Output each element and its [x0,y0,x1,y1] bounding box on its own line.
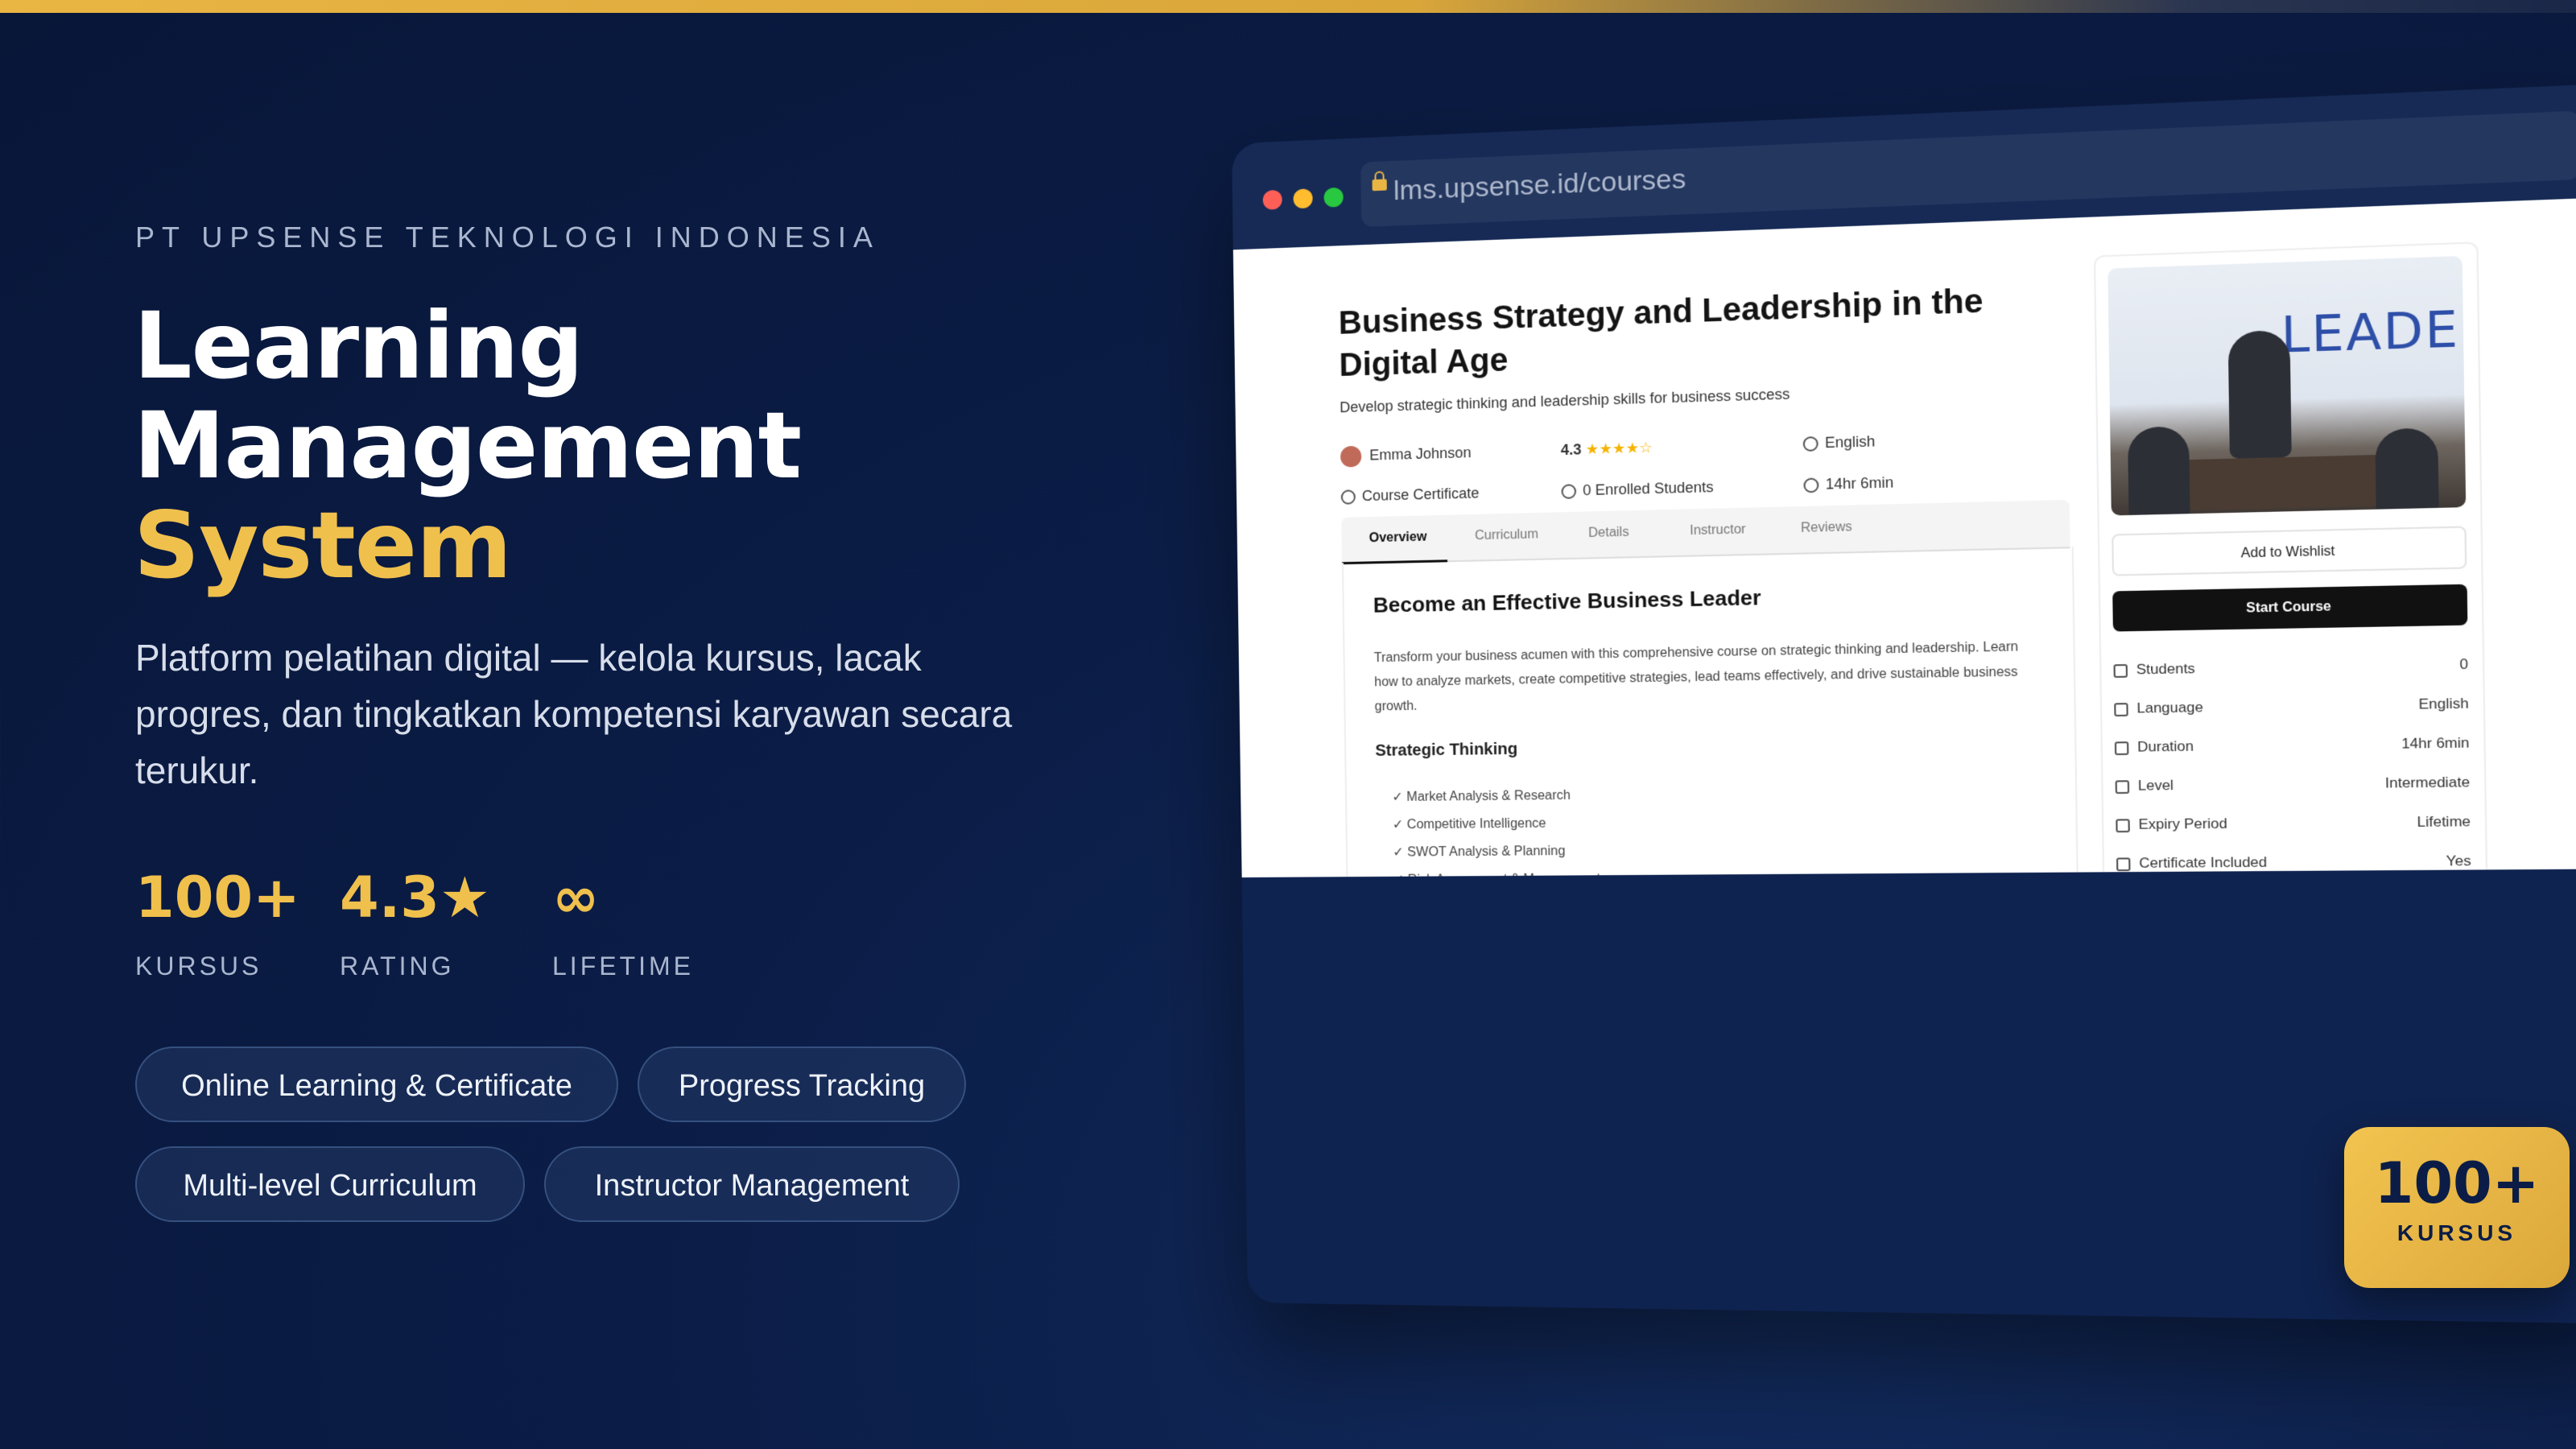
badge-label: KURSUS [2396,1220,2517,1245]
language-value: English [1824,432,1876,452]
overview-panel: Become an Effective Business Leader Tran… [1341,547,2079,878]
certificate-value: Course Certificate [1361,485,1480,505]
tab-reviews[interactable]: Reviews [1801,520,1852,536]
language-meta: English [1802,432,1876,452]
course-title: Business Strategy and Leadership in the … [1338,283,1984,384]
stat-lifetime: ∞ LIFETIME [552,861,694,981]
info-label: Language [2136,699,2203,716]
enrolled-meta: 0 Enrolled Students [1561,478,1714,500]
feature-pill-progress: Progress Tracking [638,1046,966,1122]
stat-value: 100+ [135,865,300,931]
url-text: lms.upsense.id/courses [1393,163,1686,207]
title-line-2: Management [134,392,802,499]
tab-details[interactable]: Details [1588,526,1629,542]
info-row-level: Level Intermediate [2115,774,2471,795]
list-item: ✓ Market Analysis & Research [1392,788,1571,805]
info-row-duration: Duration 14hr 6min [2114,734,2470,756]
translate-icon [2114,702,2128,716]
info-label: Expiry Period [2138,815,2227,832]
overview-heading: Become an Effective Business Leader [1373,584,1761,617]
info-row-language: Language English [2114,696,2469,717]
info-value: 14hr 6min [2401,734,2470,752]
feature-pill-instructor: Instructor Management [544,1146,960,1222]
info-value: Intermediate [2384,774,2471,791]
info-label: Students [2136,660,2195,678]
info-label: Level [2137,777,2174,794]
info-row-certificate: Certificate Included Yes [2116,852,2471,872]
tab-curriculum[interactable]: Curriculum [1475,527,1538,543]
attendee-figure [2375,427,2439,515]
feature-pill-certificate: Online Learning & Certificate [135,1046,618,1122]
company-name: PT UPSENSE TEKNOLOGI INDONESIA [135,221,880,254]
instructor-meta[interactable]: Emma Johnson [1340,443,1472,468]
info-value: English [2418,695,2469,712]
hero-title: Learning Management System [134,292,802,599]
badge-value: 100+ [2374,1150,2540,1216]
list-item: ✓ Competitive Intelligence [1392,816,1546,832]
rating-meta: 4.3 ★★★★☆ [1561,440,1653,460]
stat-rating: 4.3★ RATING [340,861,490,981]
stat-value: ∞ [552,865,600,931]
graduation-cap-icon [1340,489,1356,506]
info-value: Yes [2446,852,2471,869]
info-label: Certificate Included [2139,854,2268,872]
list-item: ✓ SWOT Analysis & Planning [1393,844,1566,860]
presenter-figure [2227,329,2292,459]
avatar [1340,445,1362,468]
stat-label: KURSUS [135,952,262,980]
course-count-badge: 100+ KURSUS [2344,1127,2570,1288]
mail-icon [2116,857,2131,871]
info-value: Lifetime [2417,813,2471,831]
start-course-button[interactable]: Start Course [2112,584,2468,632]
info-label: Duration [2137,737,2194,755]
course-sidebar: LEADER Add to Wishlist Start Course Stud… [2093,242,2488,878]
feature-pill-curriculum: Multi-level Curriculum [135,1146,525,1222]
calendar-icon [2116,818,2130,832]
minimize-window-dot[interactable] [1293,188,1313,209]
course-subtitle: Develop strategic thinking and leadershi… [1340,386,1790,416]
users-icon [2113,663,2128,678]
section-heading: Strategic Thinking [1375,740,1518,760]
info-row-students: Students 0 [2113,656,2468,679]
top-accent-bar [0,0,2576,13]
instructor-name: Emma Johnson [1369,444,1472,464]
course-page: Business Strategy and Leadership in the … [1232,196,2576,878]
clock-icon [2114,741,2129,755]
lock-icon [1372,179,1387,192]
course-thumbnail: LEADER [2107,255,2467,516]
tab-overview[interactable]: Overview [1369,530,1427,546]
list-item: ✓ Risk Assessment & Management [1393,870,1601,877]
bar-chart-icon [2115,779,2130,794]
maximize-window-dot[interactable] [1323,187,1344,208]
stat-label: RATING [340,952,455,980]
add-to-wishlist-button[interactable]: Add to Wishlist [2112,526,2467,576]
duration-meta: 14hr 6min [1803,474,1893,493]
users-icon [1561,484,1577,500]
title-line-3: System [134,492,512,599]
stat-label: LIFETIME [552,952,695,980]
enrolled-value: 0 Enrolled Students [1583,478,1714,499]
thumbnail-leader-text: LEADER [2281,299,2467,365]
rating-value: 4.3 [1560,441,1582,459]
overview-text: Transform your business acumen with this… [1373,639,2019,714]
close-window-dot[interactable] [1262,189,1282,210]
certificate-meta: Course Certificate [1340,485,1480,506]
clock-icon [1803,477,1819,493]
info-value: 0 [2459,655,2469,673]
stat-courses: 100+ KURSUS [135,861,300,981]
translate-icon [1802,436,1818,452]
title-line-1: Learning [134,292,584,399]
info-row-expiry: Expiry Period Lifetime [2116,813,2471,833]
attendee-figure [2127,426,2190,516]
stat-value: 4.3★ [340,865,490,931]
tab-instructor[interactable]: Instructor [1690,522,1746,539]
star-rating-icon: ★★★★☆ [1585,439,1653,458]
hero-description: Platform pelatihan digital — kelola kurs… [135,637,1013,791]
duration-value: 14hr 6min [1825,473,1894,493]
